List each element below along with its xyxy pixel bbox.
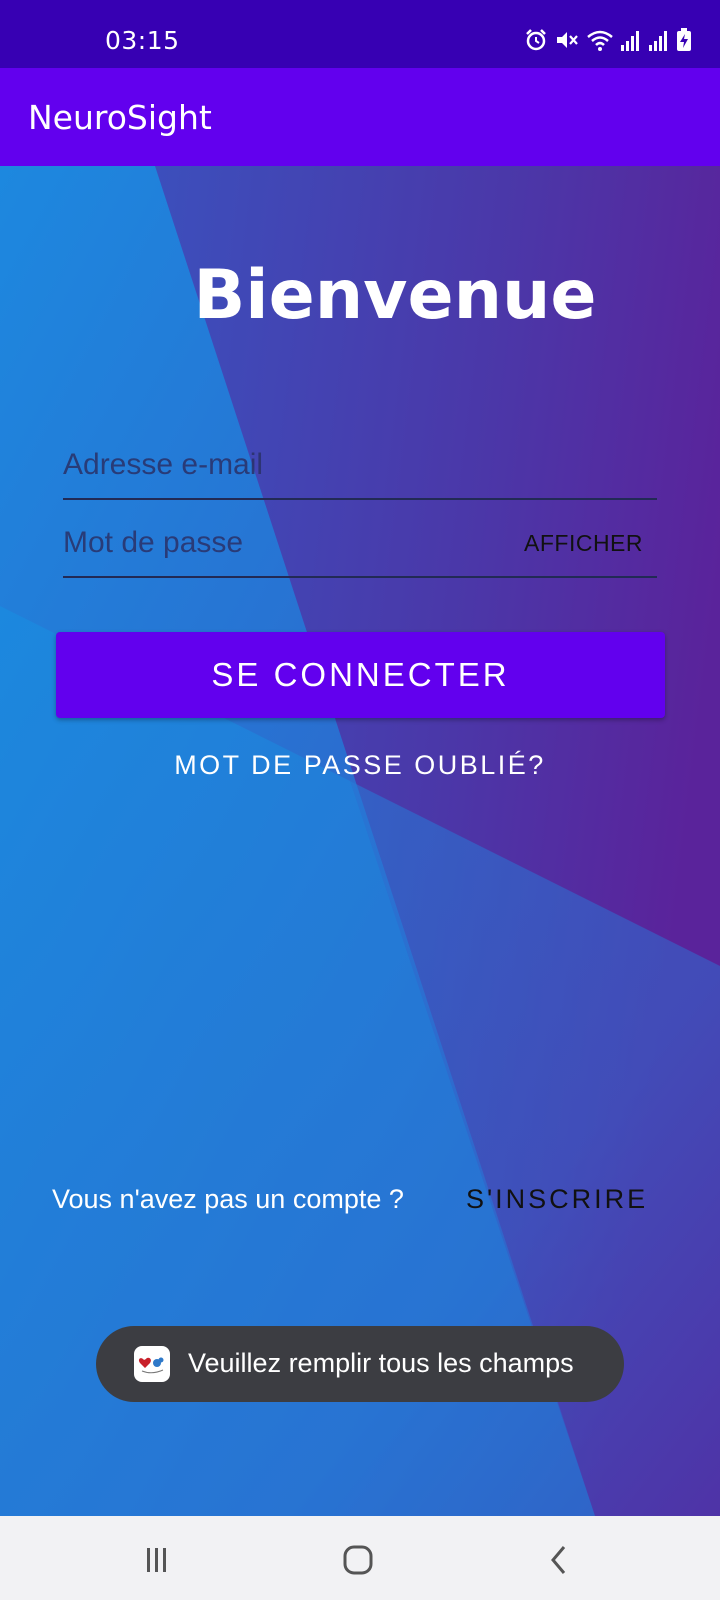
signal-icon-2	[649, 31, 667, 51]
forgot-password-link[interactable]: MOT DE PASSE OUBLIÉ?	[0, 750, 720, 781]
login-screen: Bienvenue AFFICHER SE CONNECTER MOT DE P…	[0, 166, 720, 1516]
signup-button[interactable]: S'INSCRIRE	[466, 1184, 648, 1215]
mute-icon	[557, 32, 578, 48]
welcome-heading: Bienvenue	[193, 256, 597, 335]
no-account-text: Vous n'avez pas un compte ?	[52, 1184, 404, 1214]
login-button[interactable]: SE CONNECTER	[56, 632, 665, 718]
password-field: AFFICHER	[63, 510, 657, 578]
status-time: 03:15	[105, 26, 180, 55]
app-icon	[134, 1346, 170, 1382]
email-field	[63, 432, 657, 500]
signal-icon	[621, 31, 639, 51]
alarm-icon	[526, 29, 546, 51]
password-input[interactable]	[63, 510, 503, 576]
recent-apps-icon[interactable]	[137, 1542, 177, 1578]
home-icon[interactable]	[338, 1542, 378, 1578]
signup-row: Vous n'avez pas un compte ? S'INSCRIRE	[0, 1184, 720, 1224]
email-input[interactable]	[63, 432, 503, 498]
app-bar: NeuroSight	[0, 68, 720, 166]
navigation-bar	[0, 1516, 720, 1600]
toast: Veuillez remplir tous les champs	[96, 1326, 624, 1402]
back-icon[interactable]	[539, 1542, 579, 1578]
status-icons	[524, 28, 692, 52]
status-bar: 03:15	[0, 0, 720, 68]
show-password-button[interactable]: AFFICHER	[524, 530, 643, 557]
toast-message: Veuillez remplir tous les champs	[188, 1348, 574, 1378]
app-title: NeuroSight	[28, 98, 212, 137]
background-decoration	[0, 166, 720, 1516]
wifi-icon	[587, 30, 613, 51]
battery-charging-icon	[677, 28, 691, 51]
